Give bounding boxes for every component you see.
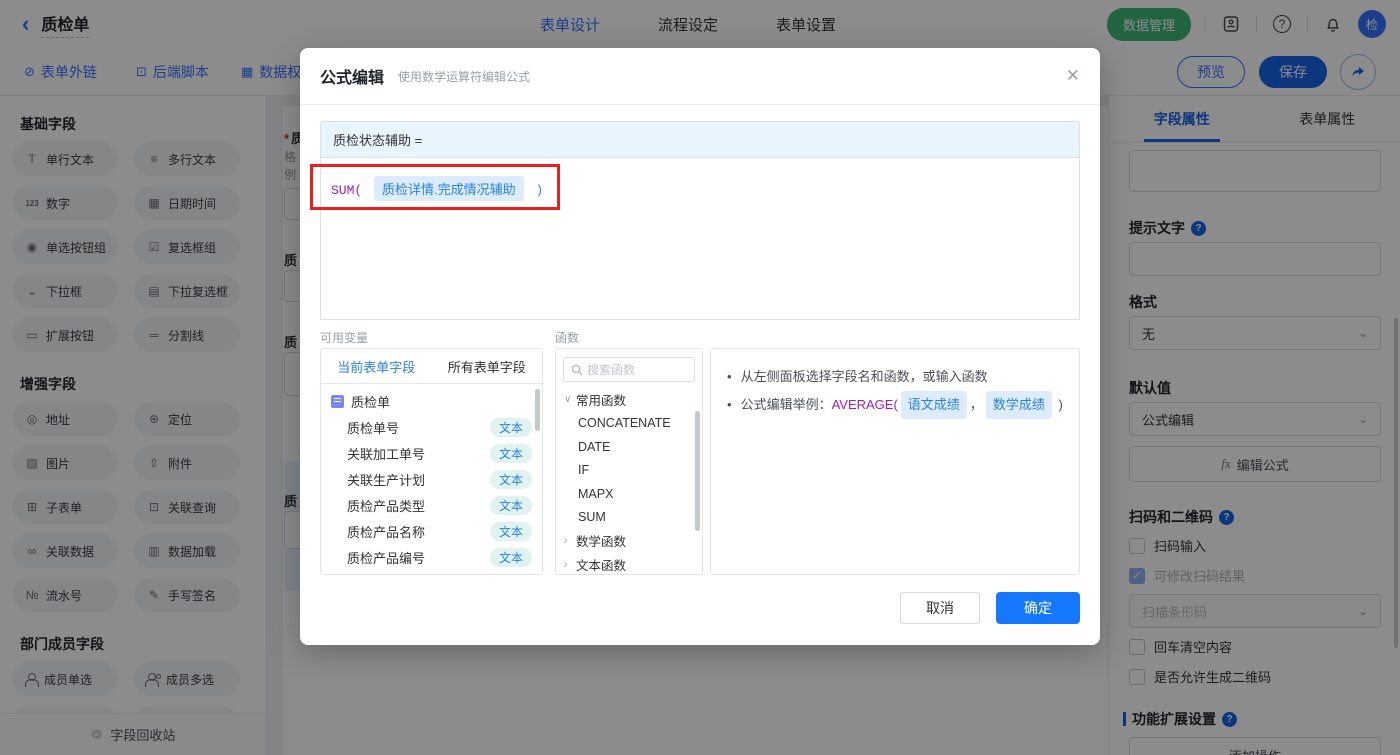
modal-header: 公式编辑 使用数学运算符编辑公式 ✕ — [300, 48, 1100, 105]
variable-row[interactable]: 关联生产计划 文本 — [321, 466, 542, 492]
function-item[interactable]: DATE — [556, 435, 702, 459]
type-badge: 文本 — [489, 443, 532, 463]
type-badge: 文本 — [489, 547, 532, 567]
variable-row[interactable]: 质检产品编号 文本 — [321, 544, 542, 570]
variables-tabs: 当前表单字段 所有表单字段 — [321, 349, 542, 384]
chevron-down-icon: ∨ — [564, 394, 572, 406]
function-item[interactable]: CONCATENATE — [556, 412, 702, 436]
variables-scrollbar[interactable] — [535, 389, 540, 431]
modal-subtitle: 使用数学运算符编辑公式 — [398, 69, 531, 84]
group-text-functions[interactable]: › 文本函数 — [556, 553, 702, 575]
formula-editor-box[interactable]: 质检状态辅助 = SUM( 质检详情.完成情况辅助 ) — [320, 121, 1080, 320]
field-chip[interactable]: 质检详情.完成情况辅助 — [374, 176, 524, 201]
example-chip: 数学成绩 — [985, 391, 1052, 419]
chevron-right-icon: › — [564, 558, 568, 570]
example-function: AVERAGE( — [831, 397, 898, 412]
search-icon — [571, 364, 583, 375]
type-badge: 文本 — [489, 469, 532, 489]
variable-row[interactable]: 质检产品名称 文本 — [321, 518, 542, 544]
functions-scrollbar[interactable] — [695, 411, 700, 531]
functions-panel: ∨常用函数 CONCATENATE DATE IF MAPX SUM ›数学函数… — [555, 348, 703, 575]
formula-editor-modal: 公式编辑 使用数学运算符编辑公式 ✕ 质检状态辅助 = SUM( 质检详情.完成… — [300, 48, 1100, 645]
form-doc-icon — [331, 394, 344, 408]
function-item[interactable]: IF — [556, 459, 702, 483]
function-item[interactable]: MAPX — [556, 482, 702, 506]
formula-expression[interactable]: SUM( 质检详情.完成情况辅助 ) — [321, 158, 1079, 219]
example-chip: 语文成绩 — [900, 391, 967, 419]
function-token: SUM( — [331, 183, 363, 198]
tab-current-form-fields[interactable]: 当前表单字段 — [321, 357, 432, 376]
type-badge: 文本 — [489, 521, 532, 541]
help-panel: • 从左侧面板选择字段名和函数，或输入函数 • 公式编辑举例：AVERAGE(语… — [710, 348, 1080, 575]
variable-row[interactable]: 质检产品类型 文本 — [321, 492, 542, 518]
close-icon[interactable]: ✕ — [1066, 66, 1080, 86]
group-math-functions[interactable]: › 数学函数 — [556, 529, 702, 553]
variables-panel: 当前表单字段 所有表单字段 质检单 质检单号 文本 关联加工单号 文本 关联生产计划… — [320, 348, 543, 575]
modal-title: 公式编辑 — [320, 70, 385, 87]
paren-token: ) — [535, 183, 544, 198]
functions-label: 函数 — [555, 331, 580, 345]
variables-label: 可用变量 — [320, 331, 369, 345]
cancel-button[interactable]: 取消 — [900, 592, 980, 624]
function-search-input[interactable] — [587, 362, 682, 377]
tree-root-form[interactable]: 质检单 — [321, 388, 542, 414]
help-line-2: • 公式编辑举例：AVERAGE(语文成绩，数学成绩 ) — [721, 391, 1069, 419]
type-badge: 文本 — [489, 495, 532, 515]
variable-row[interactable]: 质检单号 文本 — [321, 414, 542, 440]
group-common-functions[interactable]: ∨ 常用函数 — [556, 388, 702, 412]
formula-target: 质检状态辅助 = — [321, 122, 1079, 158]
modal-footer: 取消 确定 — [900, 592, 1080, 624]
app-root: ‹ 质检单 表单设计 流程设定 表单设置 数据管理 ? 检 ⊘ 表单外链 ⊡ 后… — [0, 0, 1400, 755]
confirm-button[interactable]: 确定 — [996, 592, 1080, 624]
type-badge: 文本 — [489, 417, 532, 437]
help-line-1: • 从左侧面板选择字段名和函数，或输入函数 — [727, 369, 988, 384]
function-search[interactable] — [563, 357, 695, 382]
variable-row[interactable]: 关联加工单号 文本 — [321, 440, 542, 466]
tab-all-form-fields[interactable]: 所有表单字段 — [432, 357, 543, 376]
function-item[interactable]: SUM — [556, 506, 702, 530]
chevron-right-icon: › — [564, 535, 568, 547]
